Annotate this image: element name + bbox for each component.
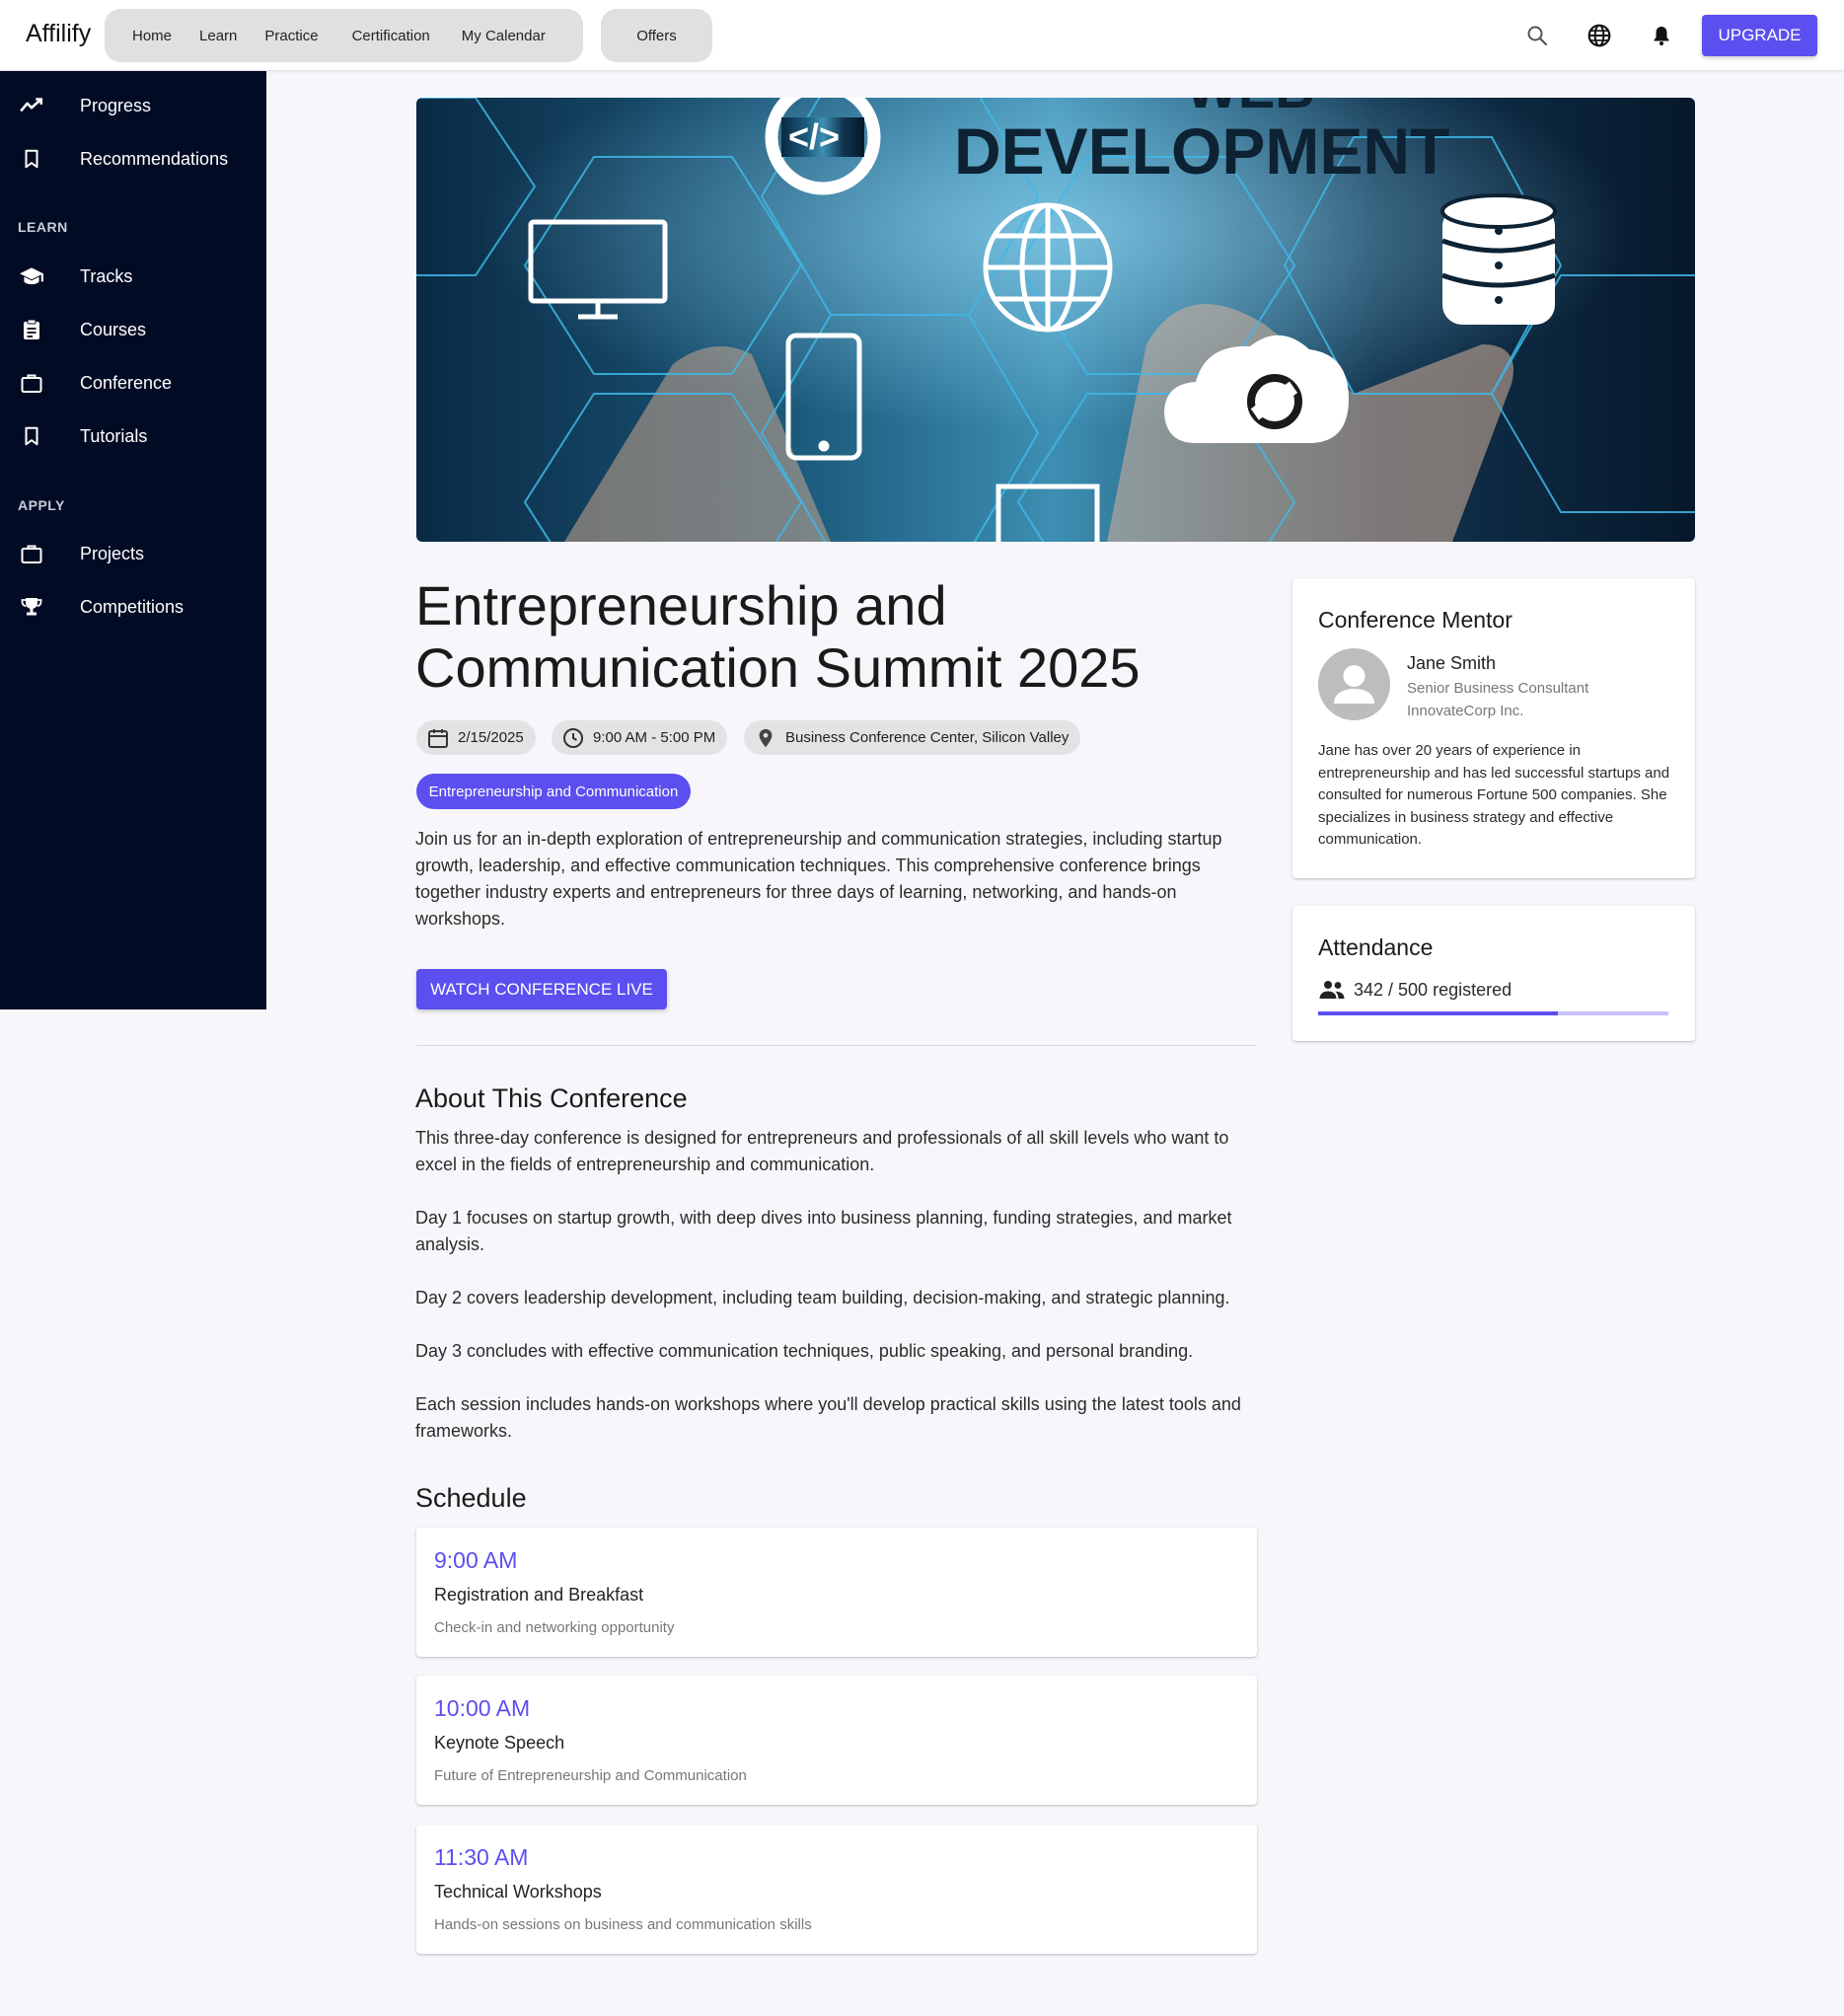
bookmark-icon (18, 422, 45, 450)
nav-home[interactable]: Home (114, 28, 189, 44)
search-icon[interactable] (1521, 20, 1553, 51)
schedule-item: 10:00 AM Keynote Speech Future of Entrep… (416, 1676, 1257, 1805)
briefcase-icon (18, 369, 45, 397)
conference-description: Join us for an in-depth exploration of e… (415, 829, 1222, 929)
sidebar-item-label: Courses (80, 319, 147, 339)
divider (416, 1045, 1257, 1046)
schedule-title: Keynote Speech (434, 1733, 565, 1753)
mentor-name: Jane Smith (1407, 653, 1497, 673)
about-paragraph: Day 3 concludes with effective communica… (415, 1341, 1194, 1361)
sidebar-item-label: Progress (80, 95, 152, 115)
date-label: 2/15/2025 (458, 729, 524, 746)
nav-practice[interactable]: Practice (247, 28, 335, 44)
schedule-heading: Schedule (415, 1483, 527, 1513)
hero-text-development: DEVELOPMENT (954, 114, 1449, 187)
mentor-role: Senior Business Consultant (1407, 680, 1589, 697)
top-app-bar: Affilify Home Learn Practice Certificati… (0, 0, 1844, 71)
nav-certification[interactable]: Certification (336, 28, 446, 44)
location-pin-icon (752, 724, 779, 752)
nav-my-calendar[interactable]: My Calendar (446, 28, 561, 44)
sidebar-item-tracks[interactable]: Tracks (0, 255, 266, 298)
sidebar-item-label: Conference (80, 372, 173, 393)
about-paragraph: Day 1 focuses on startup growth, with de… (415, 1208, 1232, 1254)
offers-nav[interactable]: Offers (601, 9, 712, 62)
attendance-row: 342 / 500 registered (1318, 978, 1512, 1002)
attendance-text: 342 / 500 registered (1354, 979, 1512, 1000)
nav-offers[interactable]: Offers (619, 28, 695, 44)
avatar (1318, 648, 1390, 720)
attendance-progress-bar (1318, 1011, 1668, 1015)
trending-up-icon (18, 92, 45, 119)
schedule-description: Future of Entrepreneurship and Communica… (434, 1767, 747, 1784)
category-tag[interactable]: Entrepreneurship and Communication (416, 774, 691, 809)
clock-icon (559, 724, 587, 752)
about-paragraph: This three-day conference is designed fo… (415, 1128, 1229, 1174)
attendance-card-title: Attendance (1318, 934, 1434, 960)
conference-hero-image: WEB DEVELOPMENT </> (416, 98, 1695, 542)
svg-text:</>: </> (788, 116, 840, 157)
clipboard-icon (18, 316, 45, 343)
database-icon (1440, 193, 1557, 325)
sidebar-item-label: Recommendations (80, 148, 229, 169)
about-paragraph: Each session includes hands-on workshops… (415, 1394, 1241, 1441)
location-chip: Business Conference Center, Silicon Vall… (744, 720, 1081, 755)
briefcase-icon (18, 540, 45, 567)
bookmark-icon (18, 145, 45, 173)
calendar-icon (424, 724, 452, 752)
sidebar-item-label: Tracks (80, 265, 133, 286)
sidebar: Progress Recommendations LEARN Tracks Co… (0, 71, 266, 1009)
globe-icon[interactable] (1584, 20, 1615, 51)
sidebar-item-tutorials[interactable]: Tutorials (0, 414, 266, 458)
schedule-time: 10:00 AM (434, 1695, 531, 1721)
mentor-organization: InnovateCorp Inc. (1407, 703, 1524, 719)
sidebar-item-competitions[interactable]: Competitions (0, 585, 266, 629)
sidebar-item-courses[interactable]: Courses (0, 308, 266, 351)
schedule-description: Hands-on sessions on business and commun… (434, 1916, 812, 1933)
schedule-title: Registration and Breakfast (434, 1585, 644, 1605)
about-paragraph: Day 2 covers leadership development, inc… (415, 1288, 1230, 1307)
page-title: Entrepreneurship and Communication Summi… (415, 574, 1141, 699)
date-chip: 2/15/2025 (416, 720, 536, 755)
schedule-time: 11:30 AM (434, 1844, 529, 1870)
mentor-bio: Jane has over 20 years of experience in … (1318, 742, 1670, 848)
trophy-icon (18, 593, 45, 621)
sidebar-item-label: Tutorials (80, 425, 148, 446)
watch-conference-live-button[interactable]: WATCH CONFERENCE LIVE (416, 969, 667, 1009)
sidebar-item-recommendations[interactable]: Recommendations (0, 137, 266, 181)
sidebar-heading-learn: LEARN (18, 219, 68, 235)
sidebar-heading-apply: APPLY (18, 497, 65, 513)
sidebar-item-progress[interactable]: Progress (0, 84, 266, 127)
location-label: Business Conference Center, Silicon Vall… (785, 729, 1070, 746)
graduation-cap-icon (18, 262, 45, 290)
sidebar-item-label: Projects (80, 543, 145, 563)
bell-icon[interactable] (1646, 20, 1677, 51)
people-icon (1318, 978, 1348, 1002)
about-heading: About This Conference (415, 1083, 688, 1113)
globe-graphic-icon (983, 202, 1113, 333)
time-label: 9:00 AM - 5:00 PM (593, 729, 716, 746)
main-nav: Home Learn Practice Certification My Cal… (105, 9, 583, 62)
mentor-card: Conference Mentor Jane Smith Senior Busi… (1292, 578, 1695, 878)
attendance-progress-fill (1318, 1011, 1558, 1015)
nav-learn[interactable]: Learn (189, 28, 247, 44)
time-chip: 9:00 AM - 5:00 PM (552, 720, 728, 755)
attendance-card: Attendance 342 / 500 registered (1292, 906, 1695, 1041)
sidebar-item-projects[interactable]: Projects (0, 532, 266, 575)
schedule-item: 11:30 AM Technical Workshops Hands-on se… (416, 1825, 1257, 1954)
schedule-description: Check-in and networking opportunity (434, 1619, 675, 1636)
schedule-item: 9:00 AM Registration and Breakfast Check… (416, 1528, 1257, 1657)
sidebar-item-conference[interactable]: Conference (0, 361, 266, 405)
brand-logo[interactable]: Affilify (26, 20, 91, 48)
upgrade-button[interactable]: UPGRADE (1702, 15, 1817, 56)
schedule-title: Technical Workshops (434, 1882, 602, 1902)
schedule-time: 9:00 AM (434, 1547, 518, 1573)
sidebar-item-label: Competitions (80, 596, 184, 617)
mentor-card-title: Conference Mentor (1318, 607, 1512, 633)
